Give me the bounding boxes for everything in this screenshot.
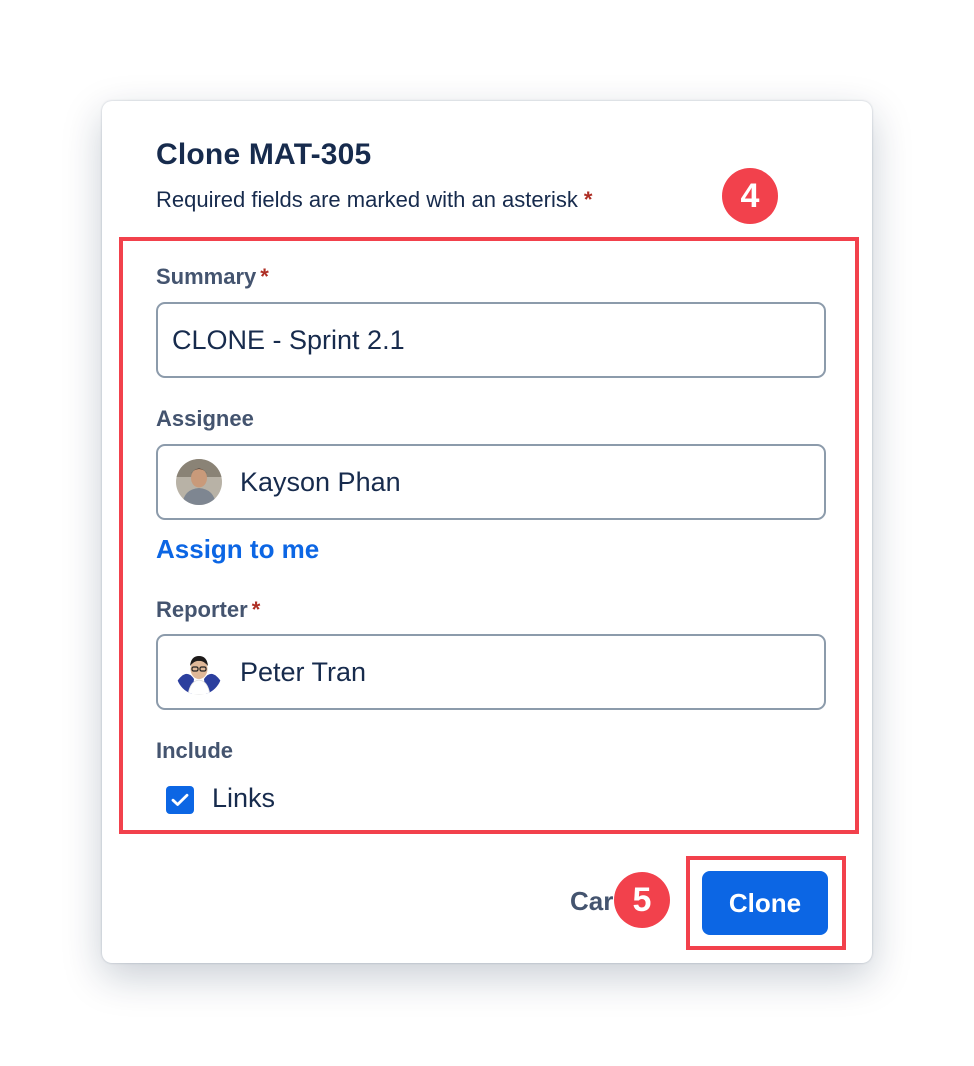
summary-label: Summary * [156, 264, 269, 290]
screenshot-stage: Clone MAT-305 Required fields are marked… [0, 0, 974, 1066]
required-fields-hint: Required fields are marked with an aster… [156, 187, 592, 213]
summary-label-text: Summary [156, 264, 257, 289]
step-5-badge: 5 [614, 872, 670, 928]
clone-issue-dialog [102, 101, 872, 963]
checkmark-icon [171, 793, 189, 806]
reporter-avatar-icon [176, 649, 222, 695]
cancel-button[interactable]: Car [570, 886, 613, 917]
required-asterisk: * [583, 187, 593, 212]
links-checkbox[interactable] [166, 786, 194, 814]
summary-required-asterisk: * [260, 264, 269, 289]
links-checkbox-label[interactable]: Links [212, 783, 275, 814]
reporter-required-asterisk: * [251, 597, 261, 622]
step-4-badge: 4 [722, 168, 778, 224]
clone-button[interactable]: Clone [702, 871, 828, 935]
dialog-title: Clone MAT-305 [156, 138, 372, 171]
assignee-avatar-icon [176, 459, 222, 505]
assignee-picker[interactable]: Kayson Phan [156, 444, 826, 520]
assignee-label: Assignee [156, 406, 254, 431]
assign-to-me-link[interactable]: Assign to me [156, 534, 319, 565]
reporter-picker[interactable]: Peter Tran [156, 634, 826, 710]
reporter-label: Reporter * [156, 597, 260, 623]
assignee-name: Kayson Phan [240, 466, 401, 497]
reporter-label-text: Reporter [156, 597, 248, 622]
summary-input[interactable]: CLONE - Sprint 2.1 [156, 302, 826, 378]
required-fields-hint-text: Required fields are marked with an aster… [156, 187, 578, 212]
summary-input-value: CLONE - Sprint 2.1 [172, 324, 405, 355]
include-label: Include [156, 738, 234, 763]
reporter-name: Peter Tran [240, 656, 367, 687]
